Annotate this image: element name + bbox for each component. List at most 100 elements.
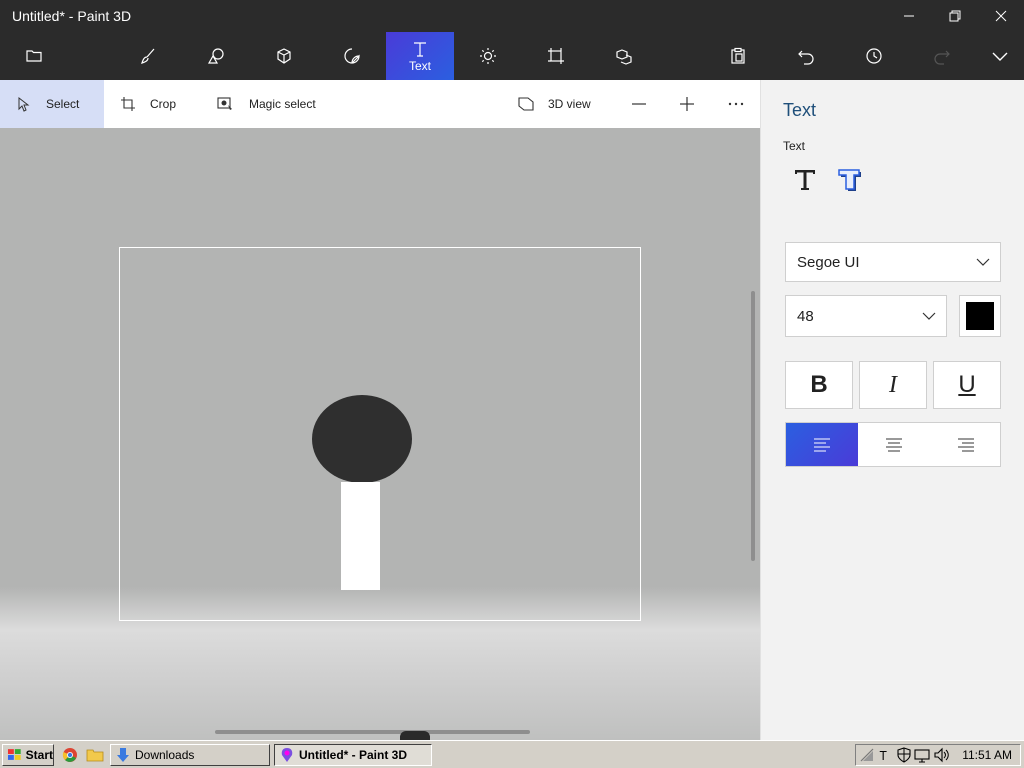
paste-button[interactable] xyxy=(704,32,772,80)
restore-button[interactable] xyxy=(932,0,978,32)
brushes-button[interactable] xyxy=(114,32,182,80)
downloads-label: Downloads xyxy=(135,748,195,762)
stickers-button[interactable] xyxy=(318,32,386,80)
horizontal-scrollbar[interactable] xyxy=(215,730,530,734)
svg-text:Ꭲ: Ꭲ xyxy=(879,749,887,763)
2d-shapes-icon xyxy=(207,48,224,64)
chevron-down-icon xyxy=(992,52,1008,61)
magic-select-button[interactable]: Magic select xyxy=(217,80,316,128)
italic-button[interactable]: I xyxy=(859,361,927,409)
3d-shapes-button[interactable] xyxy=(250,32,318,80)
history-button[interactable] xyxy=(840,32,908,80)
select-button[interactable]: Select xyxy=(0,80,104,128)
text-align-group xyxy=(785,422,1001,467)
dark-ellipse-shape[interactable] xyxy=(312,395,412,483)
text-color-button[interactable] xyxy=(959,295,1001,337)
crop-button[interactable]: Crop xyxy=(120,80,176,128)
taskbar: Start Downloads Untitled* - Paint 3D Ꭲ 1… xyxy=(0,740,1024,768)
align-right-icon xyxy=(958,437,974,452)
zoom-in-button[interactable] xyxy=(679,80,709,128)
text-tool-label: Text xyxy=(408,58,431,73)
volume-icon[interactable] xyxy=(933,747,949,763)
crop-label: Crop xyxy=(150,97,177,111)
taskbar-downloads[interactable]: Downloads xyxy=(110,744,270,766)
expand-menu-button[interactable] xyxy=(966,32,1024,80)
3d-text-button[interactable] xyxy=(833,164,865,196)
align-right-button[interactable] xyxy=(930,423,1002,466)
magic-select-icon xyxy=(217,97,232,110)
canvas-rotate-handle[interactable] xyxy=(400,731,430,740)
italic-label: I xyxy=(889,371,897,398)
menu-button[interactable] xyxy=(0,32,68,80)
cursor-icon xyxy=(18,96,30,112)
system-tray: Ꭲ 11:51 AM xyxy=(855,744,1021,766)
text-section-label: Text xyxy=(783,139,806,153)
bold-button[interactable]: B xyxy=(785,361,853,409)
3d-library-icon xyxy=(616,49,632,65)
canvas-crop-icon xyxy=(548,48,564,64)
align-center-button[interactable] xyxy=(858,423,930,466)
paint3d-icon xyxy=(281,748,293,762)
font-size-dropdown[interactable]: 48 xyxy=(785,295,947,337)
align-left-button[interactable] xyxy=(786,423,858,466)
select-label: Select xyxy=(46,97,80,111)
chevron-down-icon xyxy=(922,312,936,320)
text-tool-button[interactable]: Text xyxy=(386,32,454,80)
underline-button[interactable]: U xyxy=(933,361,1001,409)
panel-title: Text xyxy=(783,100,817,120)
window-title: Untitled* - Paint 3D xyxy=(12,8,132,24)
start-button[interactable]: Start xyxy=(2,744,54,766)
font-size-value: 48 xyxy=(797,307,814,325)
zoom-out-button[interactable] xyxy=(631,80,661,128)
folder-icon xyxy=(86,749,104,762)
vertical-scrollbar[interactable] xyxy=(751,291,755,561)
taskbar-paint3d[interactable]: Untitled* - Paint 3D xyxy=(274,744,432,766)
underline-label: U xyxy=(958,371,976,398)
canvas-button[interactable] xyxy=(522,32,590,80)
redo-icon xyxy=(934,50,950,65)
close-button[interactable] xyxy=(978,0,1024,32)
align-left-icon xyxy=(814,437,830,452)
close-icon xyxy=(995,10,1007,22)
plus-icon xyxy=(680,97,694,111)
white-rectangle-shape[interactable] xyxy=(341,482,380,590)
crop-icon xyxy=(121,97,135,111)
font-family-dropdown[interactable]: Segoe UI xyxy=(785,242,1001,282)
undo-icon xyxy=(798,50,814,65)
download-arrow-icon xyxy=(117,748,129,762)
3d-view-button[interactable]: 3D view xyxy=(518,80,591,128)
text-properties-panel: Text Text Segoe UI 48 B I U xyxy=(760,80,1024,740)
ellipsis-icon xyxy=(728,102,744,106)
minimize-button[interactable] xyxy=(886,0,932,32)
brush-icon xyxy=(141,48,155,64)
paint3d-taskbar-label: Untitled* - Paint 3D xyxy=(299,748,408,762)
more-options-button[interactable] xyxy=(727,80,759,128)
network-disconnected-icon[interactable] xyxy=(859,747,875,763)
effects-button[interactable] xyxy=(454,32,522,80)
security-shield-icon[interactable] xyxy=(897,747,911,763)
sticker-icon xyxy=(344,48,360,64)
text-color-swatch xyxy=(966,302,994,330)
display-icon[interactable] xyxy=(914,747,930,763)
3d-text-icon xyxy=(838,169,861,191)
2d-shapes-button[interactable] xyxy=(182,32,250,80)
clock[interactable]: 11:51 AM xyxy=(962,748,1012,762)
title-bar: Untitled* - Paint 3D xyxy=(0,0,1024,32)
main-toolbar: Text xyxy=(0,32,1024,80)
undo-button[interactable] xyxy=(772,32,840,80)
2d-text-button[interactable] xyxy=(789,164,821,196)
chrome-quicklaunch[interactable] xyxy=(62,747,78,767)
restore-icon xyxy=(949,10,961,22)
sub-toolbar: Select Crop Magic select 3D view xyxy=(0,80,760,128)
explorer-quicklaunch[interactable] xyxy=(86,747,104,767)
bold-label: B xyxy=(810,371,828,398)
chevron-down-icon xyxy=(976,258,990,266)
language-icon[interactable]: Ꭲ xyxy=(879,747,895,763)
font-family-value: Segoe UI xyxy=(797,253,860,271)
history-icon xyxy=(866,48,882,64)
minimize-icon xyxy=(904,15,914,17)
chrome-icon xyxy=(62,748,77,762)
canvas-workspace[interactable] xyxy=(0,128,760,740)
text-icon xyxy=(414,41,426,57)
3d-library-button[interactable] xyxy=(590,32,658,80)
